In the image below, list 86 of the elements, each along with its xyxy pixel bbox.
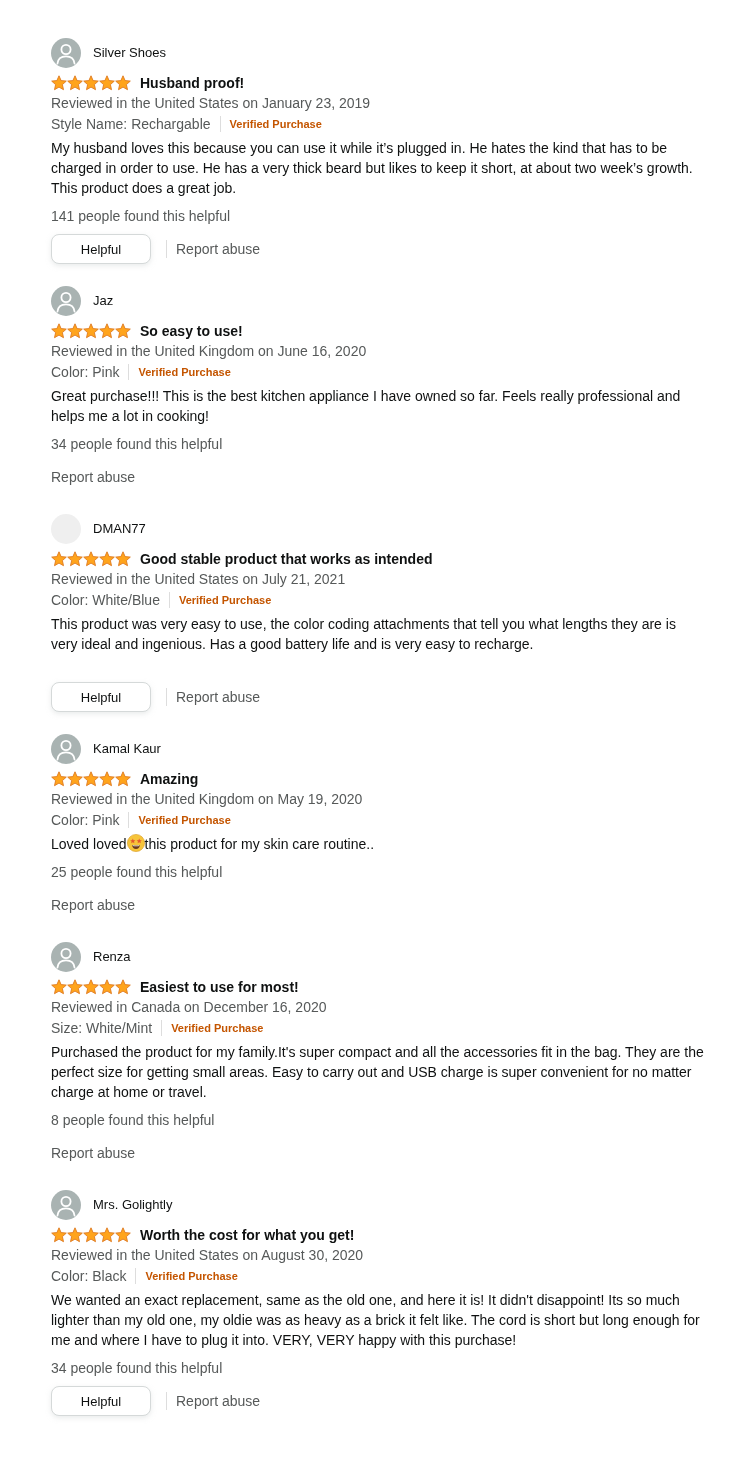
star-icon (83, 771, 99, 787)
star-icon (83, 1227, 99, 1243)
review-text: We wanted an exact replacement, same as the old one, and here it is! It didn't disappoint! Its so much lighter than my old one, my oldie was as heavy as a brick it felt like. The cord is short but long enough for me and where I have to plug it into. VERY, VERY happy with this purchase! (51, 1291, 701, 1350)
helpful-count: 8 people found this helpful (51, 1111, 215, 1130)
review-date: Reviewed in the United States on January 23, 2019 (51, 94, 371, 113)
product-variant: Style Name: Rechargable (51, 115, 211, 134)
review-title: Husband proof! (140, 74, 245, 93)
star-icon (99, 1227, 115, 1243)
product-variant: Size: White/Mint (51, 1019, 153, 1038)
star-icon (115, 323, 131, 339)
avatar-icon (51, 734, 81, 764)
star-icon (67, 979, 83, 995)
review-date: Reviewed in the United Kingdom on June 16, 2020 (51, 342, 367, 361)
product-variant: Color: White/Blue (51, 591, 160, 610)
star-icon (115, 551, 131, 567)
star-icon (99, 323, 115, 339)
report-abuse-link[interactable]: Report abuse (176, 1391, 261, 1411)
verified-purchase-label: Verified Purchase (171, 1021, 264, 1036)
review-text: Loved loved this product for my skin care routine.. (51, 834, 376, 854)
star-icon (67, 323, 83, 339)
helpful-button[interactable]: Helpful (51, 682, 151, 712)
star-icon (51, 75, 67, 91)
product-variant: Color: Pink (51, 811, 120, 830)
reviewer-name: Silver Shoes (93, 44, 166, 62)
helpful-count: 34 people found this helpful (51, 435, 223, 454)
star-icon (67, 551, 83, 567)
review-text: Great purchase!!! This is the best kitchen appliance I have owned so far. Feels really professional and helps me a lot in cooking! (51, 387, 682, 426)
review-date: Reviewed in the United Kingdom on May 19, 2020 (51, 790, 363, 809)
star-icon (51, 771, 67, 787)
star-icon (67, 771, 83, 787)
report-abuse-link[interactable]: Report abuse (51, 895, 136, 915)
review-title: Good stable product that works as intended (140, 550, 433, 569)
reviewer-name: Kamal Kaur (93, 740, 161, 758)
verified-purchase-label: Verified Purchase (229, 117, 322, 132)
verified-purchase-label: Verified Purchase (178, 593, 272, 608)
helpful-count: 34 people found this helpful (51, 1359, 223, 1378)
report-abuse-link[interactable]: Report abuse (51, 1143, 136, 1163)
star-icon (67, 75, 83, 91)
verified-purchase-label: Verified Purchase (138, 365, 231, 380)
helpful-button[interactable]: Helpful (51, 1386, 151, 1416)
avatar-icon (51, 286, 81, 316)
avatar-icon (51, 942, 81, 972)
star-icon (83, 75, 99, 91)
star-icon (83, 551, 99, 567)
star-icon (83, 979, 99, 995)
product-variant: Color: Black (51, 1267, 127, 1286)
star-icon (51, 323, 67, 339)
avatar-icon (51, 1190, 81, 1220)
review-date: Reviewed in the United States on July 21, 2021 (51, 570, 346, 589)
star-icon (115, 979, 131, 995)
star-eyes-emoji-icon (126, 834, 145, 852)
review-text: My husband loves this because you can use it while it’s plugged in. He hates the kind that has to be charged in order to use. He has a very thick beard but likes to keep it short, at about two week’s growth. This product does a great job. (51, 139, 694, 198)
review-title: Easiest to use for most! (140, 978, 299, 997)
report-abuse-link[interactable]: Report abuse (176, 239, 261, 259)
helpful-count: 25 people found this helpful (51, 863, 223, 882)
star-icon (115, 1227, 131, 1243)
reviewer-name: Mrs. Golightly (93, 1196, 173, 1214)
star-icon (67, 1227, 83, 1243)
avatar-icon (51, 38, 81, 68)
star-icon (99, 75, 115, 91)
verified-purchase-label: Verified Purchase (138, 813, 231, 828)
star-icon (115, 75, 131, 91)
review-date: Reviewed in Canada on December 16, 2020 (51, 998, 327, 1017)
star-icon (99, 551, 115, 567)
reviewer-name: Jaz (93, 292, 114, 310)
review-title: Worth the cost for what you get! (140, 1226, 355, 1245)
star-icon (83, 323, 99, 339)
star-icon (99, 979, 115, 995)
star-icon (115, 771, 131, 787)
helpful-button[interactable]: Helpful (51, 234, 151, 264)
review-title: So easy to use! (140, 322, 243, 341)
verified-purchase-label: Verified Purchase (145, 1269, 238, 1284)
review-text: Purchased the product for my family.It's super compact and all the accessories fit in the bag. They are the perfect size for getting small areas. Easy to carry out and USB charge is super convenient for no matter charge at home or travel. (51, 1043, 705, 1102)
reviewer-name: DMAN77 (93, 520, 146, 538)
report-abuse-link[interactable]: Report abuse (176, 687, 261, 707)
report-abuse-link[interactable]: Report abuse (51, 467, 136, 487)
product-variant: Color: Pink (51, 363, 120, 382)
review-title: Amazing (140, 770, 199, 789)
review-date: Reviewed in the United States on August 30, 2020 (51, 1246, 364, 1265)
reviewer-name: Renza (93, 948, 131, 966)
review-text: This product was very easy to use, the color coding attachments that tell you what lengths they are is very ideal and ingenious. Has a good battery life and is very easy to recharge. (51, 615, 677, 654)
star-icon (51, 1227, 67, 1243)
star-icon (51, 979, 67, 995)
star-icon (51, 551, 67, 567)
helpful-count: 141 people found this helpful (51, 207, 231, 226)
star-icon (99, 771, 115, 787)
